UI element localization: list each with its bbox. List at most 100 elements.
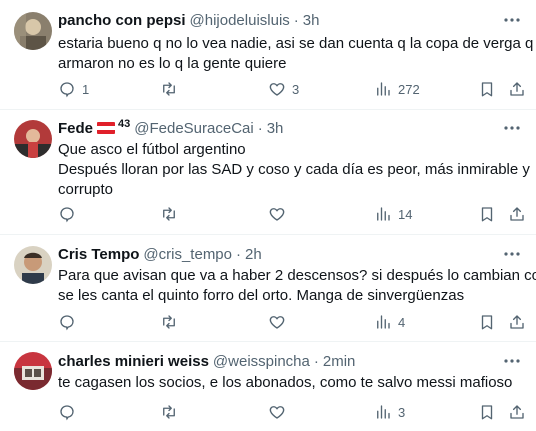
views-icon [374,313,392,331]
tweet-text-line: se les canta el quinto forro del orto. M… [58,287,465,304]
flag-icon [97,122,116,134]
bookmark-icon [478,313,496,331]
avatar[interactable] [14,246,52,284]
retweet-button[interactable] [160,204,184,224]
author-handle[interactable]: @weisspincha [213,353,310,370]
bookmark-icon [478,403,496,421]
more-options-icon[interactable] [502,244,522,264]
views-button[interactable]: 3 [374,402,405,422]
retweet-icon [160,205,178,223]
avatar[interactable] [14,12,52,50]
action-bar: 1 3 272 [58,79,524,99]
reply-icon [58,205,76,223]
like-button[interactable] [268,312,292,332]
bookmark-button[interactable] [478,312,496,332]
author-name[interactable]: Fede [58,120,93,137]
bookmark-icon [478,205,496,223]
author-name[interactable]: pancho con pepsi [58,12,186,29]
like-button[interactable] [268,204,292,224]
tweet-text-line: corrupto [58,181,114,198]
view-count: 4 [398,314,406,330]
reply-count: 1 [82,81,90,97]
tweet-header: Cris Tempo @cris_tempo · 2h [58,244,262,264]
reply-button[interactable] [58,402,82,422]
view-count: 14 [398,206,413,222]
avatar[interactable] [14,352,52,390]
separator-dot: · [236,245,241,263]
retweet-icon [160,403,178,421]
retweet-button[interactable] [160,79,184,99]
view-count: 3 [398,404,406,420]
reply-button[interactable] [58,204,82,224]
separator-dot: · [257,119,263,137]
tweet-text-line: Para que avisan que va a haber 2 descens… [58,267,536,284]
views-button[interactable]: 272 [374,79,420,99]
views-button[interactable]: 4 [374,312,405,332]
tweet-text: Para que avisan que va a haber 2 descens… [58,266,536,306]
author-handle[interactable]: @FedeSuraceCai [134,120,253,137]
tweet-text-line: estaria bueno q no lo vea nadie, asi se … [58,35,534,52]
action-bar: 4 [58,312,524,332]
share-icon [508,80,526,98]
tweet-text-line: Después lloran por las SAD y coso y cada… [58,161,530,178]
tweet-text-line: armaron no es lo q la gente quiere [58,55,287,72]
bookmark-button[interactable] [478,402,496,422]
tweet[interactable]: Fede 43 @FedeSuraceCai · 3h Que asco el … [0,110,536,235]
heart-icon [268,80,286,98]
share-icon [508,205,526,223]
action-bar: 3 [58,402,524,422]
share-icon [508,403,526,421]
bookmark-button[interactable] [478,204,496,224]
tweet-header: Fede 43 @FedeSuraceCai · 3h [58,118,283,138]
tweet-text: te cagasen los socios, e los abonados, c… [58,373,523,393]
tweet[interactable]: Cris Tempo @cris_tempo · 2h Para que avi… [0,235,536,342]
views-button[interactable]: 14 [374,204,412,224]
like-button[interactable]: 3 [268,79,299,99]
tweet-text-line: te cagasen los socios, e los abonados, c… [58,374,513,391]
tweet-text: estaria bueno q no lo vea nadie, asi se … [58,34,534,74]
retweet-icon [160,80,178,98]
separator-dot: · [293,11,299,29]
retweet-button[interactable] [160,402,184,422]
heart-icon [268,313,286,331]
reply-icon [58,403,76,421]
views-icon [374,403,392,421]
timestamp[interactable]: 2min [323,353,356,370]
share-button[interactable] [508,204,526,224]
bookmark-icon [478,80,496,98]
reply-button[interactable]: 1 [58,79,89,99]
timestamp[interactable]: 3h [267,120,284,137]
avatar[interactable] [14,120,52,158]
tweet-header: charles minieri weiss @weisspincha · 2mi… [58,351,355,371]
retweet-button[interactable] [160,312,184,332]
reply-button[interactable] [58,312,82,332]
share-button[interactable] [508,79,526,99]
separator-dot: · [313,352,319,370]
reply-icon [58,80,76,98]
tweet-header: pancho con pepsi @hijodeluisluis · 3h [58,10,319,30]
view-count: 272 [398,81,420,97]
retweet-icon [160,313,178,331]
author-handle[interactable]: @hijodeluisluis [190,12,290,29]
more-options-icon[interactable] [502,118,522,138]
share-icon [508,313,526,331]
tweet-text: Que asco el fútbol argentino Después llo… [58,140,530,200]
tweet[interactable]: charles minieri weiss @weisspincha · 2mi… [0,342,536,431]
reply-icon [58,313,76,331]
more-options-icon[interactable] [502,351,522,371]
bookmark-button[interactable] [478,79,496,99]
author-handle[interactable]: @cris_tempo [143,246,232,263]
author-name[interactable]: charles minieri weiss [58,353,209,370]
more-options-icon[interactable] [502,10,522,30]
like-button[interactable] [268,402,292,422]
share-button[interactable] [508,312,526,332]
views-icon [374,205,392,223]
like-count: 3 [292,81,300,97]
action-bar: 14 [58,204,524,224]
share-button[interactable] [508,402,526,422]
timestamp[interactable]: 3h [303,12,320,29]
tweet-text-line: Que asco el fútbol argentino [58,141,246,158]
tweet[interactable]: pancho con pepsi @hijodeluisluis · 3h es… [0,0,536,110]
timestamp[interactable]: 2h [245,246,262,263]
author-name[interactable]: Cris Tempo [58,246,139,263]
